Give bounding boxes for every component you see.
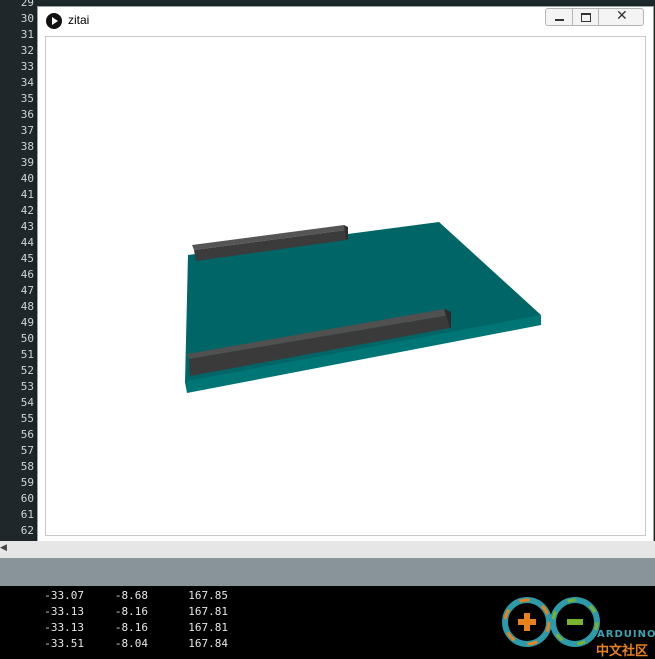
line-number: 59 [20, 476, 34, 489]
line-number: 50 [20, 332, 34, 345]
logo-text-cn: 中文社区 [596, 644, 649, 659]
line-number: 35 [20, 92, 34, 105]
line-number-gutter: 29 30 31 32 33 34 35 36 37 38 39 40 41 42 43 44 45 46 47 48… [0, 0, 37, 541]
sketch-window[interactable]: zitai ✕ [37, 6, 654, 543]
line-number: 30 [20, 12, 34, 25]
line-number: 29 [20, 0, 34, 9]
window-titlebar[interactable]: zitai ✕ [38, 7, 653, 35]
line-number: 45 [20, 252, 34, 265]
line-number: 49 [20, 316, 34, 329]
line-number: 60 [20, 492, 34, 505]
console-value: -8.04 [114, 637, 148, 650]
processing-play-icon [46, 13, 62, 29]
line-number: 47 [20, 284, 34, 297]
line-number: 32 [20, 44, 34, 57]
line-number: 39 [20, 156, 34, 169]
editor-horizontal-scrollbar[interactable] [0, 541, 655, 558]
console-value: -33.51 [44, 637, 84, 650]
line-number: 33 [20, 60, 34, 73]
line-number: 46 [20, 268, 34, 281]
line-number: 44 [20, 236, 34, 249]
line-number: 38 [20, 140, 34, 153]
line-number: 54 [20, 396, 34, 409]
line-number: 42 [20, 204, 34, 217]
line-number: 36 [20, 108, 34, 121]
console-value: 167.81 [188, 605, 228, 618]
console-value: -33.13 [44, 621, 84, 634]
close-icon: ✕ [616, 8, 628, 24]
console-value: -8.16 [114, 621, 148, 634]
console-status-bar [0, 558, 655, 586]
console-value: 167.81 [188, 621, 228, 634]
line-number: 31 [20, 28, 34, 41]
3d-board-render [185, 222, 541, 393]
line-number: 56 [20, 428, 34, 441]
line-number: 43 [20, 220, 34, 233]
console-value: -8.68 [114, 589, 148, 602]
line-number: 37 [20, 124, 34, 137]
console-value: 167.85 [188, 589, 228, 602]
line-number: 58 [20, 460, 34, 473]
line-number: 53 [20, 380, 34, 393]
console-value: -8.16 [114, 605, 148, 618]
console-value: -33.07 [44, 589, 84, 602]
window-title: zitai [68, 13, 90, 27]
line-number: 57 [20, 444, 34, 457]
line-number: 55 [20, 412, 34, 425]
maximize-button[interactable] [572, 8, 599, 26]
console-value: -33.13 [44, 605, 84, 618]
line-number: 40 [20, 172, 34, 185]
line-number: 34 [20, 76, 34, 89]
minimize-button[interactable] [545, 8, 573, 26]
line-number: 51 [20, 348, 34, 361]
line-number: 52 [20, 364, 34, 377]
logo-text-en: ARDUINO [597, 629, 655, 640]
line-number: 62 [20, 524, 34, 537]
close-button[interactable]: ✕ [598, 8, 644, 26]
scroll-left-arrow-icon[interactable]: ◀ [0, 543, 7, 553]
line-number: 61 [20, 508, 34, 521]
sketch-canvas[interactable] [45, 36, 646, 536]
console-value: 167.84 [188, 637, 228, 650]
line-number: 41 [20, 188, 34, 201]
line-number: 48 [20, 300, 34, 313]
